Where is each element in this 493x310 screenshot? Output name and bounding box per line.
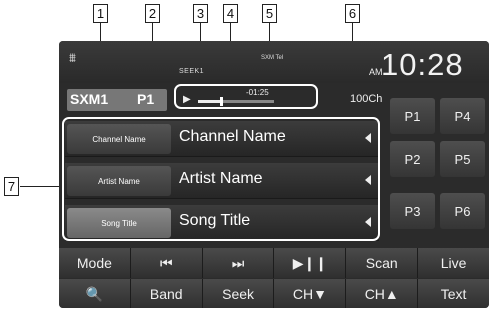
callout-4: 4 [223,4,238,23]
channel-up-button[interactable]: CH▲ [346,279,419,308]
source-name: SXM1 [70,91,109,107]
callout-6: 6 [345,4,360,23]
live-button[interactable]: Live [418,248,489,278]
search-button[interactable]: 🔍 [59,279,131,308]
signal-indicator: SXM Tel [261,55,284,61]
callout-2: 2 [145,4,160,23]
control-bar-bottom: 🔍 Band Seek CH▼ CH▲ Text [59,279,489,308]
preset-button-p3[interactable]: P3 [390,193,435,229]
search-icon: 🔍 [85,285,104,302]
control-bar-top: Mode ⏮ ⏭ ▶❙❙ Scan Live [59,248,489,278]
callout-5: 5 [262,4,277,23]
preset-button-p6[interactable]: P6 [440,193,485,229]
band-button[interactable]: Band [130,279,203,308]
source-indicator: SXM1 P1 [67,89,167,111]
preset-button-p5[interactable]: P5 [440,141,485,177]
channel-count: 100Ch [350,93,383,105]
previous-button[interactable]: ⏮ [130,248,203,278]
playback-highlight-frame [174,84,318,109]
antenna-icon: ⩩ [69,50,76,65]
next-button[interactable]: ⏭ [202,248,275,278]
preset-button-p1[interactable]: P1 [390,98,435,134]
status-bar: ⩩ SEEK1 SXM Tel AM 10:28 [59,41,489,83]
preset-button-p4[interactable]: P4 [440,98,485,134]
preset-indicator: P1 [137,91,155,107]
scan-button[interactable]: Scan [346,248,419,278]
seek-button[interactable]: Seek [202,279,275,308]
callout-3: 3 [193,4,208,23]
channel-down-button[interactable]: CH▼ [274,279,347,308]
preset-button-p2[interactable]: P2 [390,141,435,177]
callout-1: 1 [93,4,108,23]
clock-display: 10:28 [381,47,464,82]
seek-mode-indicator: SEEK1 [179,68,205,75]
text-button[interactable]: Text [418,279,489,308]
play-pause-button[interactable]: ▶❙❙ [274,248,347,278]
mode-button[interactable]: Mode [59,248,131,278]
info-panel-highlight-frame [62,117,380,241]
callout-7: 7 [4,177,19,196]
